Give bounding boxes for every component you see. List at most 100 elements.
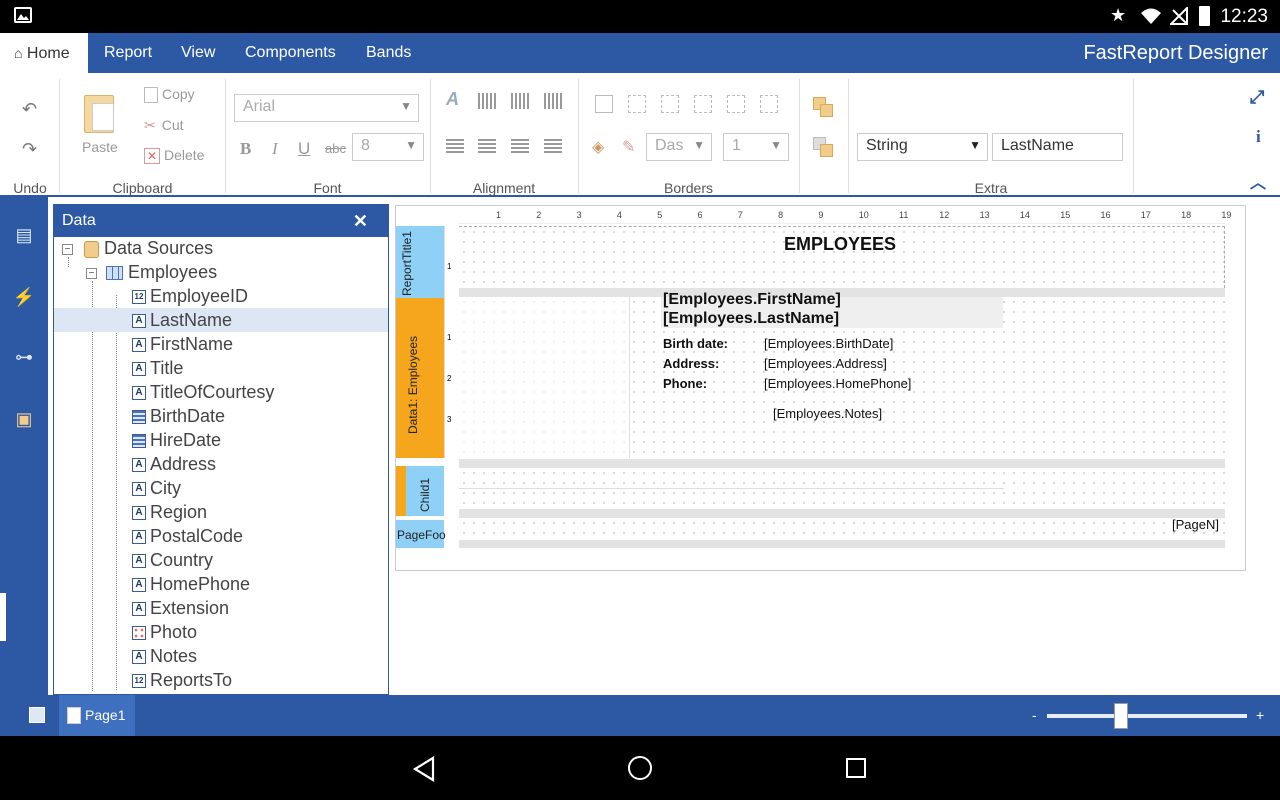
barcode-icon[interactable]	[544, 93, 562, 109]
last-name-field[interactable]: [Employees.LastName]	[663, 310, 839, 328]
android-status-bar: ★ 12:23	[0, 0, 1280, 33]
report-title[interactable]: EMPLOYEES	[784, 234, 896, 255]
tab-home[interactable]: ⌂ Home	[0, 33, 88, 73]
text-format-icon[interactable]: A	[446, 89, 459, 110]
copy-button[interactable]: Copy	[144, 86, 195, 104]
tree-field-row[interactable]: 12 ReportsTo	[54, 668, 388, 692]
tree-field-row[interactable]: A Address	[54, 452, 388, 476]
barcode-icon[interactable]	[478, 93, 496, 109]
line-color-icon[interactable]: ✎	[622, 137, 635, 157]
home-icon: ⌂	[14, 45, 23, 61]
info-icon[interactable]: i	[1256, 127, 1261, 147]
zoom-plus[interactable]: +	[1256, 707, 1264, 723]
underline-button[interactable]: U	[298, 139, 310, 159]
child-band-header[interactable]	[396, 466, 406, 516]
border-none-icon[interactable]	[628, 95, 646, 113]
close-icon[interactable]: ✕	[353, 205, 368, 237]
tab-components[interactable]: Components	[245, 33, 336, 73]
address-field[interactable]: [Employees.Address]	[764, 356, 887, 371]
tree-root-row[interactable]: − Data Sources	[54, 236, 388, 260]
border-left-icon[interactable]	[661, 95, 679, 113]
recents-icon[interactable]	[846, 758, 866, 778]
photo-placeholder[interactable]	[460, 297, 630, 458]
font-size-select[interactable]: 8 ▼	[352, 133, 424, 161]
strikethrough-button[interactable]: abc	[325, 141, 346, 156]
border-all-icon[interactable]	[595, 95, 613, 113]
paste-button[interactable]: Paste	[78, 93, 126, 155]
tree-field-row[interactable]: A HomePhone	[54, 572, 388, 596]
send-to-back-icon[interactable]	[813, 137, 833, 157]
border-right-icon[interactable]	[727, 95, 745, 113]
tree-field-row[interactable]: A TitleOfCourtesy	[54, 380, 388, 404]
tab-view[interactable]: View	[181, 33, 215, 73]
justify-icon[interactable]	[544, 139, 562, 153]
phone-label[interactable]: Phone:	[663, 376, 707, 391]
date-field-icon	[132, 410, 146, 425]
copy-icon	[144, 87, 158, 104]
first-name-field[interactable]: [Employees.FirstName]	[663, 291, 841, 309]
bring-to-front-icon[interactable]	[813, 97, 833, 117]
fill-color-icon[interactable]: ◈	[592, 137, 604, 157]
tree-field-row[interactable]: A Region	[54, 500, 388, 524]
birth-date-field[interactable]: [Employees.BirthDate]	[764, 336, 893, 351]
footer-band[interactable]	[459, 518, 1225, 540]
undo-icon[interactable]: ↶	[22, 99, 37, 120]
back-icon[interactable]	[412, 756, 436, 787]
date-field-icon	[132, 434, 146, 449]
tree-field-row[interactable]: A PostalCode	[54, 524, 388, 548]
page-number-field[interactable]: [PageN]	[1172, 517, 1219, 532]
data-band-header[interactable]	[396, 298, 444, 458]
tree-field-row[interactable]: A Extension	[54, 596, 388, 620]
tree-table-row[interactable]: − Employees	[54, 260, 388, 284]
line-width-select[interactable]: 1 ▼	[723, 133, 789, 161]
tree-field-row[interactable]: BirthDate	[54, 404, 388, 428]
birth-date-label[interactable]: Birth date:	[663, 336, 728, 351]
zoom-slider-track[interactable]	[1047, 714, 1247, 718]
data-type-select[interactable]: String ▼	[857, 133, 988, 161]
redo-icon[interactable]: ↷	[22, 139, 37, 160]
barcode-icon[interactable]	[511, 93, 529, 109]
delete-button[interactable]: ✕ Delete	[144, 147, 204, 165]
tree-field-row[interactable]: A FirstName	[54, 332, 388, 356]
data-column-input[interactable]: LastName	[992, 133, 1123, 161]
tree-field-row[interactable]: A Country	[54, 548, 388, 572]
italic-button[interactable]: I	[272, 139, 278, 159]
tree-field-row[interactable]: HireDate	[54, 428, 388, 452]
collapse-icon[interactable]: −	[86, 267, 97, 279]
notes-field[interactable]: [Employees.Notes]	[773, 406, 882, 421]
address-label[interactable]: Address:	[663, 356, 719, 371]
tree-field-row[interactable]: Photo	[54, 620, 388, 644]
collapse-ribbon-icon[interactable]: ︿	[1250, 169, 1266, 193]
home-nav-icon[interactable]	[628, 756, 652, 780]
page-tab[interactable]: Page1	[59, 695, 135, 736]
border-bottom-icon[interactable]	[760, 95, 778, 113]
tree-field-row[interactable]: A Notes	[54, 644, 388, 668]
font-family-select[interactable]: Arial ▼	[234, 94, 419, 122]
align-center-icon[interactable]	[478, 139, 496, 153]
border-top-icon[interactable]	[694, 95, 712, 113]
structure-icon[interactable]: ⊶	[12, 345, 36, 369]
cut-button[interactable]: ✂ Cut	[144, 117, 184, 134]
tab-bands[interactable]: Bands	[366, 33, 411, 73]
zoom-minus[interactable]: -	[1032, 707, 1037, 723]
divider	[848, 79, 849, 193]
line-style-select[interactable]: Das ▼	[646, 133, 712, 161]
align-left-icon[interactable]	[446, 139, 464, 153]
phone-field[interactable]: [Employees.HomePhone]	[764, 376, 911, 391]
zoom-slider-thumb[interactable]	[1114, 703, 1128, 729]
report-tree-icon[interactable]: ▤	[12, 223, 36, 247]
data-column-value: LastName	[1001, 137, 1074, 154]
collapse-icon[interactable]: −	[62, 243, 73, 255]
tree-field-row[interactable]: A Title	[54, 356, 388, 380]
tree-field-row[interactable]: 12 EmployeeID	[54, 284, 388, 308]
data-panel-icon[interactable]: ▣	[12, 407, 36, 431]
events-icon[interactable]: ⚡	[12, 285, 36, 309]
ruler-tick: 7	[737, 210, 743, 220]
align-right-icon[interactable]	[511, 139, 529, 153]
bold-button[interactable]: B	[240, 139, 251, 159]
tree-field-row[interactable]: A City	[54, 476, 388, 500]
tree-field-row[interactable]: A LastName	[54, 308, 388, 332]
fullscreen-icon[interactable]: ⤢	[1250, 87, 1264, 108]
pages-list-icon[interactable]	[29, 707, 45, 723]
tab-report[interactable]: Report	[104, 33, 152, 73]
